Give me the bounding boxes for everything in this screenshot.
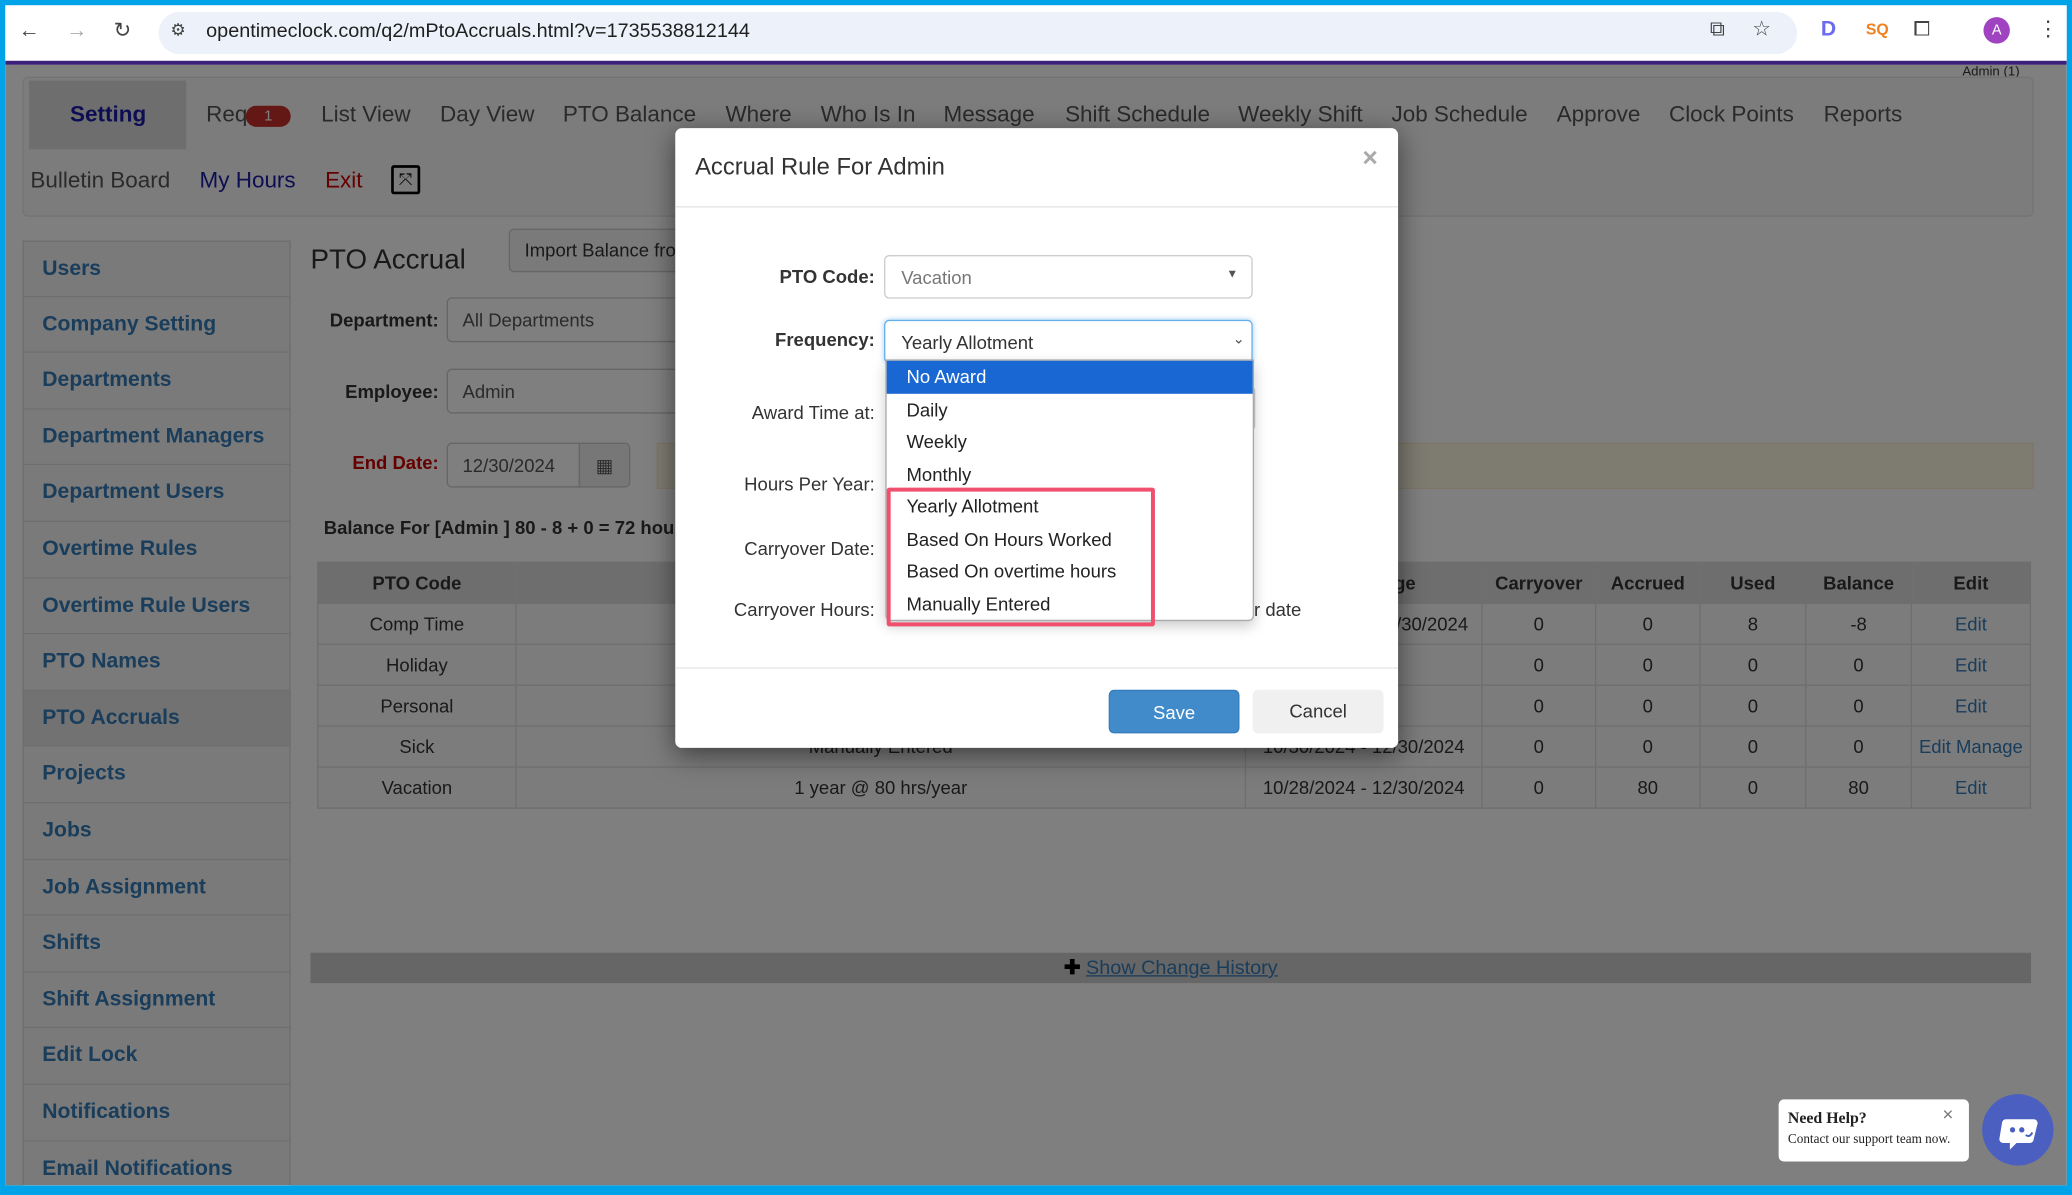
browser-window: ← → ↻ ⚙ opentimeclock.com/q2/mPtoAccrual… (5, 5, 2067, 1186)
modal-header-divider (675, 206, 1399, 208)
frequency-select[interactable]: Yearly Allotment ⌄ (884, 319, 1253, 364)
carryover-date-label: Carryover Date: (744, 537, 875, 559)
help-text: Contact our support team now. (1787, 1132, 1951, 1148)
extension-d-icon[interactable]: D (1821, 19, 1836, 41)
option-daily[interactable]: Daily (887, 393, 1253, 425)
reload-icon[interactable]: ↻ (114, 20, 132, 42)
caret-down-icon: ▼ (1226, 266, 1239, 281)
back-icon[interactable]: ← (19, 20, 40, 42)
cancel-button[interactable]: Cancel (1252, 689, 1384, 734)
save-button[interactable]: Save (1108, 689, 1240, 734)
frequency-value: Yearly Allotment (901, 331, 1034, 353)
extension-sq-icon[interactable]: SQ (1866, 21, 1889, 37)
browser-toolbar: ← → ↻ ⚙ opentimeclock.com/q2/mPtoAccrual… (5, 5, 2067, 61)
chat-bubble-icon (1999, 1119, 2038, 1150)
bookmark-star-icon[interactable]: ☆ (1752, 19, 1771, 41)
site-settings-icon[interactable]: ⚙ (170, 21, 185, 38)
award-time-label: Award Time at: (751, 401, 875, 423)
url-text[interactable]: opentimeclock.com/q2/mPtoAccruals.html?v… (206, 20, 750, 42)
menu-kebab-icon[interactable]: ⋮ (2038, 19, 2059, 41)
carryover-hours-label: Carryover Hours: (733, 598, 875, 620)
option-weekly[interactable]: Weekly (887, 426, 1253, 458)
chevron-down-icon: ⌄ (1232, 331, 1245, 348)
option-no-award[interactable]: No Award (886, 360, 1253, 394)
chat-button[interactable] (1982, 1094, 2054, 1166)
pto-code-select[interactable]: Vacation ▼ (884, 255, 1253, 299)
help-title: Need Help? (1787, 1108, 1867, 1128)
help-bubble[interactable]: Need Help? Contact our support team now.… (1778, 1099, 1969, 1162)
modal-footer-divider (675, 667, 1399, 669)
frequency-label: Frequency: (775, 329, 875, 351)
help-close-icon[interactable]: × (1943, 1103, 1954, 1124)
accrual-rule-modal: Accrual Rule For Admin × PTO Code: Vacat… (675, 128, 1399, 748)
forward-icon[interactable]: → (66, 20, 87, 42)
profile-avatar[interactable]: A (1983, 17, 2010, 44)
pto-code-value: Vacation (901, 266, 972, 289)
pto-code-label: PTO Code: (779, 265, 875, 287)
option-monthly[interactable]: Monthly (887, 458, 1253, 490)
highlight-box (886, 487, 1155, 627)
modal-title: Accrual Rule For Admin (695, 153, 945, 180)
hours-per-year-label: Hours Per Year: (744, 473, 875, 495)
extensions-puzzle-icon[interactable]: ⧠ (1913, 19, 1930, 41)
carryover-hours-suffix: r date (1254, 598, 1302, 620)
install-icon[interactable]: ⧉ (1710, 19, 1725, 41)
close-icon[interactable]: × (1362, 144, 1377, 174)
